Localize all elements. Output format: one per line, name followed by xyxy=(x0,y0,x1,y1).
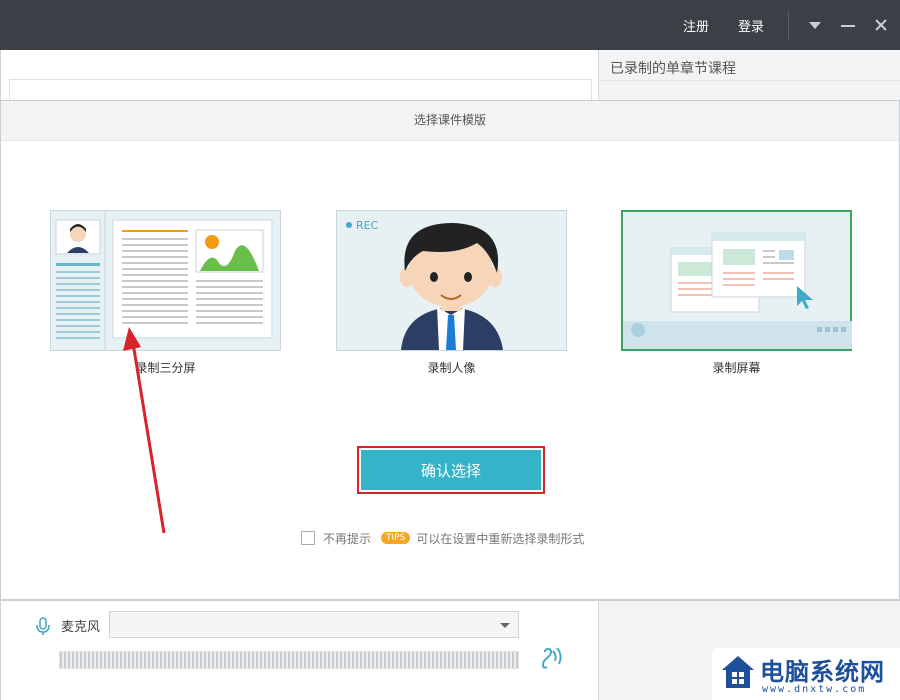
template-card-screen[interactable] xyxy=(621,210,852,351)
house-logo-icon xyxy=(722,656,754,688)
screen-illustration xyxy=(623,232,852,349)
title-bar: 注册 登录 xyxy=(0,0,900,50)
template-label-screen: 录制屏幕 xyxy=(712,361,761,375)
dialog-title: 选择课件模版 xyxy=(413,113,486,127)
chevron-down-icon xyxy=(498,618,512,635)
recorded-panel: 已录制的单章节课程 xyxy=(598,50,900,102)
mic-panel: 麦克风 xyxy=(0,600,598,700)
watermark-url: www.dnxtw.com xyxy=(762,684,867,695)
minimize-icon[interactable] xyxy=(837,14,859,36)
recorded-panel-title: 已录制的单章节课程 xyxy=(610,61,736,77)
close-icon[interactable] xyxy=(870,14,892,36)
login-link[interactable]: 登录 xyxy=(738,16,764,35)
template-card-portrait[interactable]: REC xyxy=(336,210,567,351)
microphone-icon xyxy=(35,616,51,639)
dont-remind-checkbox[interactable] xyxy=(301,531,315,545)
annotation-arrow xyxy=(123,327,166,534)
tips-row: 不再提示 TIPS 可以在设置中重新选择录制形式 xyxy=(301,529,584,547)
template-dialog: 选择课件模版 录制三分屏 REC 录制人像 录制屏幕 确认选择 不再提示 TIP… xyxy=(0,100,900,600)
panel-divider xyxy=(599,80,900,81)
mic-level-meter xyxy=(59,651,519,669)
listen-ear-icon[interactable] xyxy=(537,647,563,676)
register-link[interactable]: 注册 xyxy=(683,16,709,35)
dialog-header: 选择课件模版 xyxy=(1,101,899,141)
dont-remind-label: 不再提示 xyxy=(323,531,372,546)
tips-badge: TIPS xyxy=(381,532,411,544)
portrait-illustration: REC xyxy=(346,219,503,350)
course-area xyxy=(0,50,598,103)
confirm-highlight: 确认选择 xyxy=(357,446,545,494)
tips-text: 可以在设置中重新选择录制形式 xyxy=(416,531,585,546)
mic-select[interactable] xyxy=(109,611,519,638)
titlebar-divider xyxy=(788,10,789,40)
mic-label: 麦克风 xyxy=(61,620,101,635)
dropdown-triangle-icon[interactable] xyxy=(804,14,826,36)
confirm-select-button[interactable]: 确认选择 xyxy=(361,450,541,490)
watermark-text: 电脑系统网 xyxy=(760,657,885,686)
rec-badge: REC xyxy=(356,219,379,232)
template-label-portrait: 录制人像 xyxy=(427,361,476,375)
watermark: 电脑系统网 www.dnxtw.com xyxy=(712,648,900,700)
